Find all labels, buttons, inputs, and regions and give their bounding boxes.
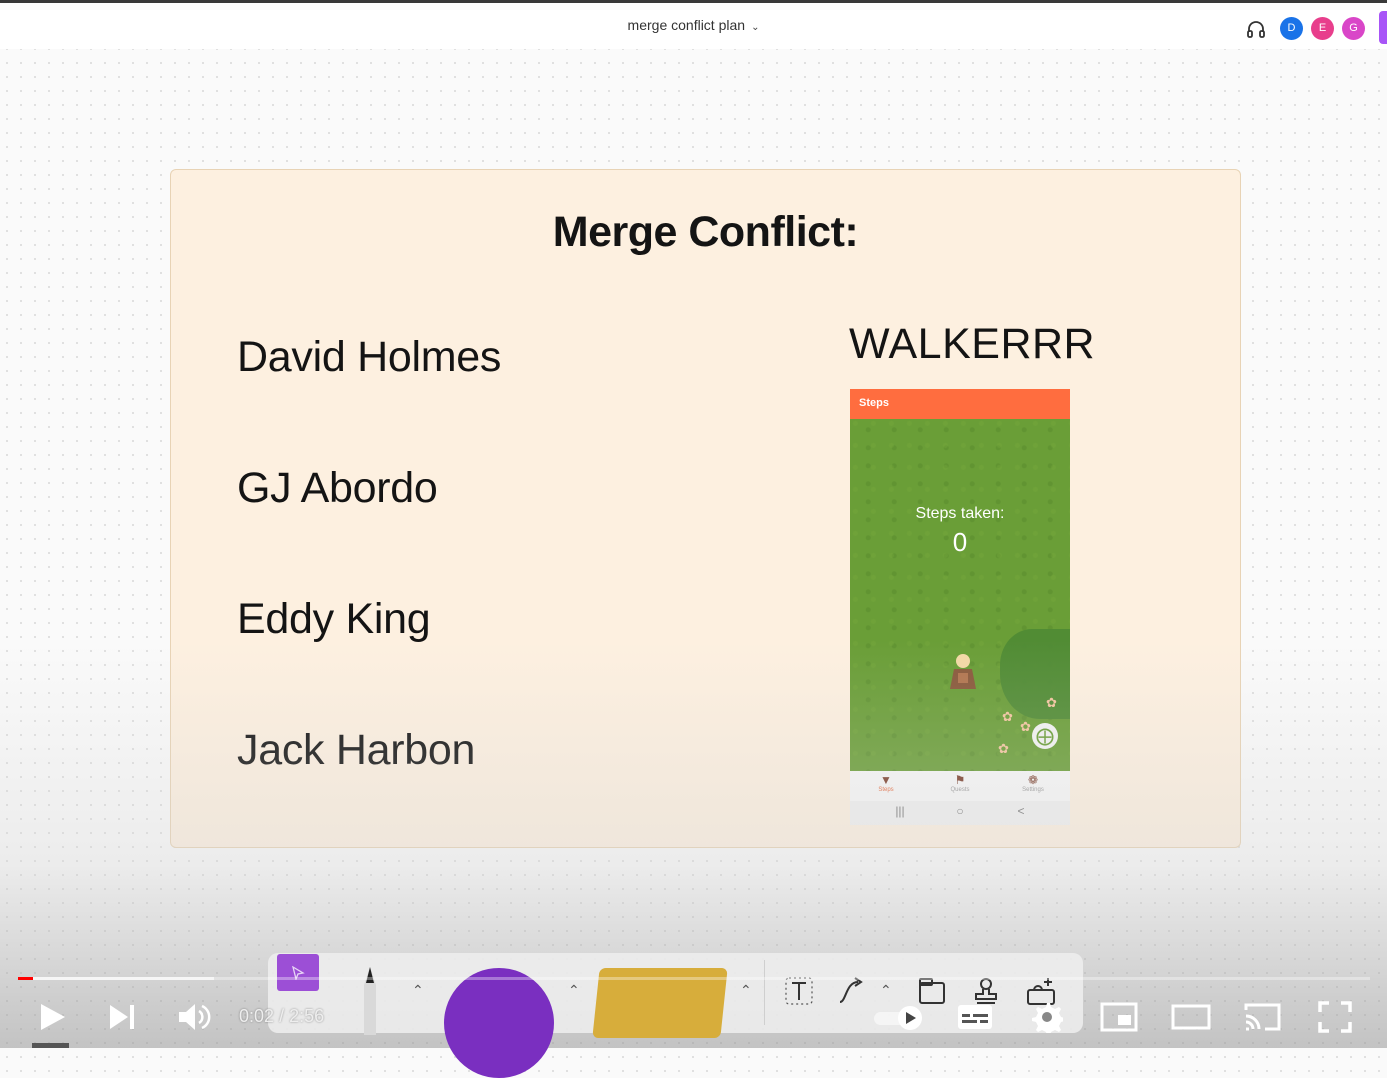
member-name: Jack Harbon: [237, 726, 476, 774]
member-name: GJ Abordo: [237, 464, 438, 512]
flower-sprite: ✿: [1020, 719, 1031, 734]
avatar[interactable]: G: [1342, 17, 1365, 40]
nav-item-settings: ❁ Settings: [1003, 773, 1063, 793]
marker-tool[interactable]: [352, 965, 388, 1035]
shape-tool[interactable]: [444, 968, 554, 1078]
theater-mode-button[interactable]: [1171, 1004, 1211, 1030]
next-button[interactable]: [108, 1003, 138, 1031]
steps-value: 0: [952, 527, 968, 557]
board-title: merge conflict plan: [627, 17, 746, 33]
nav-item-quests: ⚑ Quests: [930, 773, 990, 793]
miniplayer-icon: [1100, 1002, 1138, 1032]
app-bar: Steps: [850, 389, 1070, 419]
headphones-icon[interactable]: [1243, 16, 1269, 42]
settings-button[interactable]: [1031, 1001, 1063, 1033]
play-icon: [41, 1004, 65, 1030]
progress-played: [18, 977, 33, 980]
miniplayer-button[interactable]: [1100, 1002, 1138, 1032]
autoplay-toggle-icon: [874, 1006, 922, 1030]
captions-button[interactable]: [957, 1004, 993, 1030]
gear-icon: [1032, 1003, 1063, 1033]
next-icon: [110, 1005, 134, 1029]
select-tool[interactable]: [277, 954, 319, 991]
app-bar-title: Steps: [859, 397, 889, 409]
duration: 2:56: [289, 1006, 325, 1026]
time-display: 0:02 / 2:56: [239, 1006, 325, 1026]
autoplay-toggle[interactable]: [873, 1006, 925, 1030]
app-screenshot: Steps Steps taken: 0 ✿ ✿ ✿ ✿ ⨁ ▼ Steps ⚑ Q…: [850, 389, 1070, 825]
chevron-up-icon[interactable]: ⌃: [568, 982, 580, 999]
member-name: Eddy King: [237, 595, 431, 643]
add-fab-button: ⨁: [1032, 723, 1058, 749]
avatar[interactable]: E: [1311, 17, 1334, 40]
flower-sprite: ✿: [998, 741, 1009, 756]
current-time: 0:02: [239, 1006, 275, 1026]
play-button[interactable]: [37, 1001, 69, 1033]
cast-button[interactable]: [1243, 1002, 1283, 1032]
slide-frame[interactable]: Merge Conflict: David Holmes GJ Abordo E…: [170, 169, 1241, 848]
chevron-down-icon: ⌄: [751, 22, 760, 33]
flag-icon: ⚑: [954, 773, 966, 787]
board-title-menu[interactable]: merge conflict plan ⌄: [0, 17, 1387, 33]
flower-sprite: ✿: [1002, 709, 1013, 724]
cast-icon: [1244, 1003, 1281, 1031]
progress-bar[interactable]: [18, 977, 1370, 980]
chevron-up-icon[interactable]: ⌃: [412, 982, 424, 999]
chevron-up-icon[interactable]: ⌃: [880, 982, 892, 999]
board-header: merge conflict plan ⌄ D E G: [0, 3, 1387, 49]
toolbar-divider: [764, 960, 765, 1025]
avatar[interactable]: D: [1280, 17, 1303, 40]
home-icon: ○: [956, 804, 964, 818]
progress-buffered: [18, 977, 214, 980]
share-button[interactable]: [1379, 11, 1387, 44]
character-sprite: [946, 651, 980, 693]
volume-icon: [179, 1004, 211, 1030]
back-icon: <: [1017, 804, 1025, 818]
app-name: WALKERRR: [849, 320, 1096, 368]
fullscreen-icon: [1318, 1001, 1352, 1033]
gear-icon: ❁: [1027, 773, 1039, 787]
steps-label: Steps taken:: [915, 505, 1005, 522]
android-system-nav: ||| ○ <: [850, 801, 1070, 825]
chapter-marker: [32, 1043, 69, 1048]
boot-icon: ▼: [880, 773, 892, 787]
member-name: David Holmes: [237, 333, 502, 381]
recents-icon: |||: [895, 804, 905, 818]
volume-button[interactable]: [177, 1002, 211, 1032]
game-area: Steps taken: 0 ✿ ✿ ✿ ✿ ⨁: [850, 419, 1070, 771]
fullscreen-button[interactable]: [1318, 1001, 1352, 1033]
theater-mode-icon: [1171, 1004, 1211, 1030]
chevron-up-icon[interactable]: ⌃: [740, 982, 752, 999]
bush-sprite: [1000, 629, 1070, 719]
app-bottom-nav: ▼ Steps ⚑ Quests ❁ Settings: [850, 771, 1070, 801]
nav-item-steps: ▼ Steps: [856, 773, 916, 793]
slide-title: Merge Conflict:: [552, 208, 859, 256]
flower-sprite: ✿: [1046, 695, 1057, 710]
captions-icon: [958, 1005, 992, 1029]
